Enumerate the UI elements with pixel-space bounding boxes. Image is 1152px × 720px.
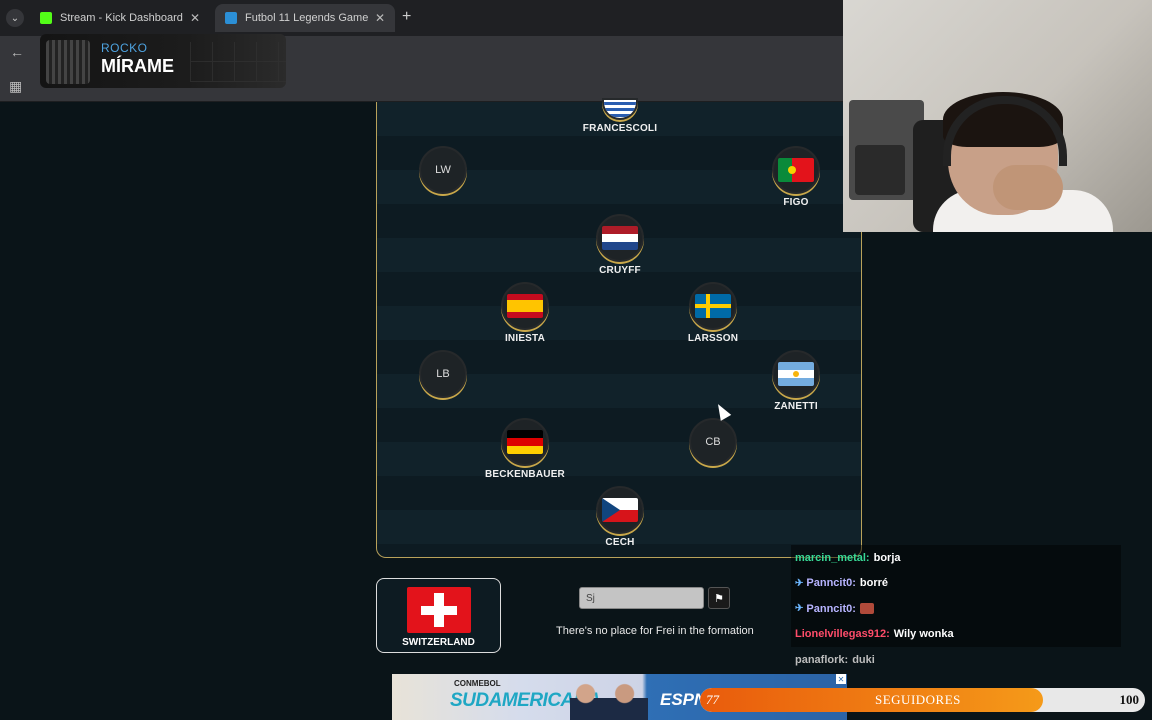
player-name: LARSSON [687,333,739,344]
banner-subtitle: ROCKO [101,41,148,55]
chat-emote-icon [859,603,874,615]
player-name: ZANETTI [774,401,818,412]
chat-message: ✈ Panncit0: borré [791,570,1121,596]
chat-text: borja [873,551,901,564]
formation-pitch: FRANCESCOLI LW FIGO CRUYFF INIESTA LARSS… [376,98,862,558]
empty-position-badge: CB [689,418,737,466]
player-slot-lb[interactable]: LB [393,350,493,398]
close-tab-icon[interactable]: ✕ [190,11,200,25]
followers-goal: 100 [1119,692,1140,707]
player-guess-input[interactable] [579,587,704,609]
webcam-streamer-hand [993,165,1063,210]
ad-brand-small: CONMEBOL [454,679,501,688]
argentina-flag-icon [772,350,820,398]
player-name: FIGO [783,197,809,208]
player-slot-lw[interactable]: LW [393,146,493,194]
chat-text: Wily wonka [893,628,954,641]
ad-image [570,676,648,720]
webcam-boombox [855,145,905,195]
netherlands-flag-icon [596,214,644,262]
give-up-flag-button[interactable]: ⚑ [708,587,730,609]
kick-favicon-icon [40,12,52,24]
followers-label: SEGUIDORES [875,692,961,707]
player-slot-cruyff[interactable]: CRUYFF [570,214,670,276]
player-name: CRUYFF [599,265,641,276]
chat-username: Panncit0: [806,577,856,590]
chat-message: marcin_metal: borja [791,545,1121,571]
player-name: CECH [605,537,635,548]
uruguay-flag-icon [602,98,638,120]
portugal-flag-icon [772,146,820,194]
player-slot-beckenbauer[interactable]: BECKENBAUER [475,418,575,480]
player-slot-francescoli[interactable]: FRANCESCOLI [570,98,670,134]
tab-title: Stream - Kick Dashboard [60,12,183,24]
sweden-flag-icon [689,282,737,330]
player-slot-zanetti[interactable]: ZANETTI [746,350,846,412]
back-arrow-icon[interactable]: ← [10,44,24,60]
player-slot-cb[interactable]: CB [663,418,763,466]
banner-title: MÍRAME [101,56,174,76]
chat-username: panaflork: [795,653,849,666]
player-name: BECKENBAUER [485,469,565,480]
webcam-feed [843,0,1152,232]
spain-flag-icon [501,282,549,330]
chat-text: duki [852,653,875,666]
ad-close-icon[interactable]: ✕ [836,674,846,684]
empty-position-badge: LB [419,350,467,398]
player-name: INIESTA [504,333,546,344]
chat-message: panaflork: duki [791,647,1121,673]
close-tab-icon[interactable]: ✕ [375,11,385,25]
status-message: There's no place for Frei in the formati… [556,625,754,637]
followers-progress-fill [700,688,1043,712]
switzerland-flag-icon [406,587,471,633]
chat-message: Lionelvillegas912: Wily wonka [791,621,1121,647]
tab-kick-dashboard[interactable]: Stream - Kick Dashboard ✕ [30,4,210,32]
followers-goal-bar: 77 SEGUIDORES 100 [700,688,1145,712]
player-slot-figo[interactable]: FIGO [746,146,846,208]
tab-search-dropdown-icon[interactable]: ⌄ [6,9,24,27]
nationality-name: SWITZERLAND [402,637,475,648]
germany-flag-icon [501,418,549,466]
banner-decoration [190,42,286,82]
player-name: FRANCESCOLI [582,123,658,134]
chat-message: ✈ Panncit0: [791,596,1121,622]
player-slot-larsson[interactable]: LARSSON [663,282,763,344]
apps-grid-icon[interactable]: ▦ [9,78,22,95]
pin-icon: ✈ [795,603,804,615]
tab-futbol11[interactable]: Futbol 11 Legends Game ✕ [215,4,395,32]
chat-username: marcin_metal: [795,551,870,564]
followers-current: 77 [706,692,719,707]
flag-icon: ⚑ [714,592,724,605]
chat-username: Panncit0: [806,602,856,615]
chat-text: borré [859,577,889,590]
futbol11-favicon-icon [225,12,237,24]
new-tab-plus-icon[interactable]: + [402,8,411,26]
banner-artwork [46,40,90,84]
stream-chat-overlay: marcin_metal: borja ✈ Panncit0: borré ✈ … [791,545,1121,673]
nationality-card: SWITZERLAND [376,578,501,653]
chat-username: Lionelvillegas912: [795,628,890,641]
empty-position-badge: LW [419,146,467,194]
pin-icon: ✈ [795,577,804,589]
tab-title: Futbol 11 Legends Game [245,12,369,24]
player-slot-iniesta[interactable]: INIESTA [475,282,575,344]
czechia-flag-icon [596,486,644,534]
player-slot-cech[interactable]: CECH [570,486,670,548]
stream-overlay-banner: ROCKO MÍRAME [40,34,286,88]
